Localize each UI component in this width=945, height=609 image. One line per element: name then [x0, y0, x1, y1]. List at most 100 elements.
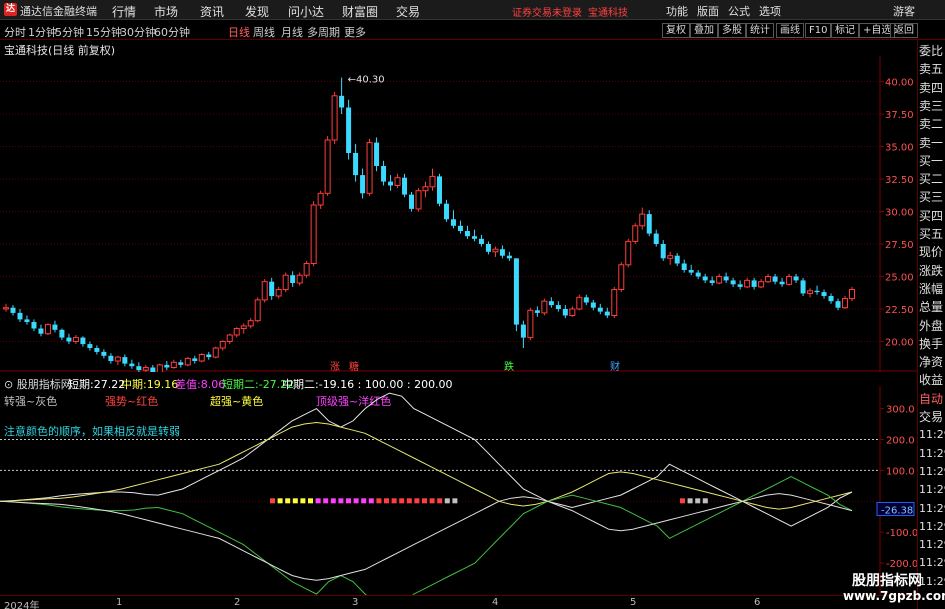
right-panel-item-1[interactable]: 卖五 [919, 62, 943, 76]
candle-body-up [240, 325, 247, 329]
right-panel-item-7[interactable]: 买二 [919, 172, 943, 186]
toolbar-button-2[interactable]: 多股 [718, 23, 746, 38]
event-mark-0[interactable]: 涨 [330, 361, 340, 372]
right-panel-item-11[interactable]: 现价 [919, 245, 943, 259]
right-panel-item-0[interactable]: 委比 [919, 44, 943, 58]
period-3[interactable]: 15分钟 [86, 24, 122, 40]
right-panel-item-10[interactable]: 买五 [919, 227, 943, 241]
right-panel-item-5[interactable]: 卖一 [919, 136, 943, 150]
right-panel-item-9[interactable]: 买四 [919, 209, 943, 223]
right-panel-item-8[interactable]: 买三 [919, 190, 943, 204]
login-notice[interactable]: 证券交易未登录 [512, 4, 582, 19]
menu-options[interactable]: 选项 [759, 3, 781, 19]
right-panel-item-21[interactable]: 11:29 [919, 428, 945, 442]
right-panel-item-28[interactable]: 11:29 [919, 556, 945, 570]
right-panel-item-2[interactable]: 卖四 [919, 81, 943, 95]
right-panel-item-20[interactable]: 交易 [919, 410, 943, 424]
right-panel-item-15[interactable]: 外盘 [919, 319, 943, 333]
period-5[interactable]: 60分钟 [154, 24, 190, 40]
period-7[interactable]: 周线 [253, 24, 275, 40]
strength-block [680, 498, 685, 504]
candle-body-down [513, 258, 519, 325]
candle-body-up [807, 290, 814, 294]
right-panel-item-3[interactable]: 卖三 [919, 99, 943, 113]
price-tick-label: 27.50 [885, 240, 914, 251]
period-4[interactable]: 30分钟 [120, 24, 156, 40]
menu-news[interactable]: 资讯 [200, 3, 224, 20]
event-mark-1[interactable]: 糖 [349, 360, 359, 372]
menu-layout[interactable]: 版面 [697, 3, 719, 19]
menu-quote[interactable]: 行情 [112, 3, 136, 20]
candle-body-down [464, 231, 470, 237]
candle-body-down [471, 236, 477, 239]
toolbar-button-8[interactable]: 返回 [890, 23, 918, 38]
strength-block [285, 498, 291, 504]
period-8[interactable]: 月线 [281, 24, 303, 40]
right-panel-item-17[interactable]: 净资 [919, 355, 943, 369]
indicator-chart[interactable]: 300.0 200.0 100.0 -100.0 -200.0 -26.38 [0, 386, 917, 595]
right-panel-item-16[interactable]: 换手 [919, 337, 943, 351]
right-panel-item-23[interactable]: 11:29 [919, 465, 945, 479]
period-10[interactable]: 更多 [344, 24, 366, 40]
right-panel-item-25[interactable]: 11:29 [919, 502, 945, 516]
time-label-3: 3 [352, 597, 359, 608]
candle-body-down [793, 276, 799, 281]
right-panel-item-22[interactable]: 11:29 [919, 447, 945, 461]
period-1[interactable]: 1分钟 [28, 24, 57, 40]
period-9[interactable]: 多周期 [307, 24, 340, 40]
candle-body-down [381, 166, 387, 182]
right-panel-item-24[interactable]: 11:29 [919, 483, 945, 497]
candle-body-up [261, 281, 268, 301]
candle-body-up [282, 274, 289, 290]
candle-body-up [156, 364, 163, 372]
candle-body-up [114, 356, 121, 362]
toolbar-button-4[interactable]: 画线 [776, 23, 804, 38]
right-panel-item-19[interactable]: 自动 [919, 392, 943, 406]
candle-body-up [625, 240, 632, 266]
candle-body-down [653, 233, 659, 244]
event-mark-2[interactable]: 跌 [504, 360, 514, 372]
menu-market[interactable]: 市场 [154, 3, 178, 20]
app-logo-icon: 达 [4, 3, 17, 16]
candle-body-up [303, 263, 310, 276]
candle-body-up [219, 341, 226, 349]
event-mark-3[interactable]: 财 [610, 360, 620, 372]
stock-notice[interactable]: 宝通科技 [588, 4, 628, 19]
menu-guest[interactable]: 游客 [893, 3, 915, 19]
period-0[interactable]: 分时 [4, 24, 26, 40]
right-panel-item-4[interactable]: 卖二 [919, 117, 943, 131]
candle-body-up [618, 264, 625, 291]
candlestick-chart[interactable]: 40.00 37.50 35.00 32.50 30.00 27.50 25.00 22.50… [0, 56, 917, 372]
period-2[interactable]: 5分钟 [55, 24, 84, 40]
right-panel-item-27[interactable]: 11:29 [919, 538, 945, 552]
candle-body-down [374, 142, 380, 166]
right-panel-item-29[interactable]: 11:29 [919, 575, 945, 589]
high-price-label: ←40.30 [348, 75, 385, 86]
candle-body-down [402, 177, 408, 195]
right-panel-item-14[interactable]: 总量 [919, 300, 943, 314]
menu-wealth[interactable]: 财富圈 [342, 3, 378, 20]
candle-body-down [457, 225, 463, 231]
menu-discover[interactable]: 发现 [245, 3, 269, 20]
menu-ask[interactable]: 问小达 [288, 3, 324, 20]
period-6[interactable]: 日线 [228, 24, 250, 40]
right-panel-item-6[interactable]: 买一 [919, 154, 943, 168]
candle-body-up [429, 175, 436, 188]
menu-trade[interactable]: 交易 [396, 3, 420, 20]
current-value-label: -26.38 [881, 505, 913, 516]
toolbar-button-0[interactable]: 复权 [662, 23, 690, 38]
toolbar-button-1[interactable]: 叠加 [690, 23, 718, 38]
menu-formula[interactable]: 公式 [728, 3, 750, 19]
candle-body-down [443, 203, 449, 220]
right-panel-item-18[interactable]: 收益 [919, 373, 943, 387]
strength-block [353, 498, 359, 504]
toolbar-button-5[interactable]: F10 [805, 23, 832, 38]
right-panel-item-13[interactable]: 涨幅 [919, 282, 943, 296]
candle-body-down [436, 176, 442, 204]
right-panel-item-26[interactable]: 11:29 [919, 520, 945, 534]
candle-body-up [716, 276, 723, 284]
right-panel-item-12[interactable]: 涨跌 [919, 264, 943, 278]
menu-function[interactable]: 功能 [666, 3, 688, 19]
toolbar-button-6[interactable]: 标记 [831, 23, 859, 38]
toolbar-button-3[interactable]: 统计 [746, 23, 774, 38]
